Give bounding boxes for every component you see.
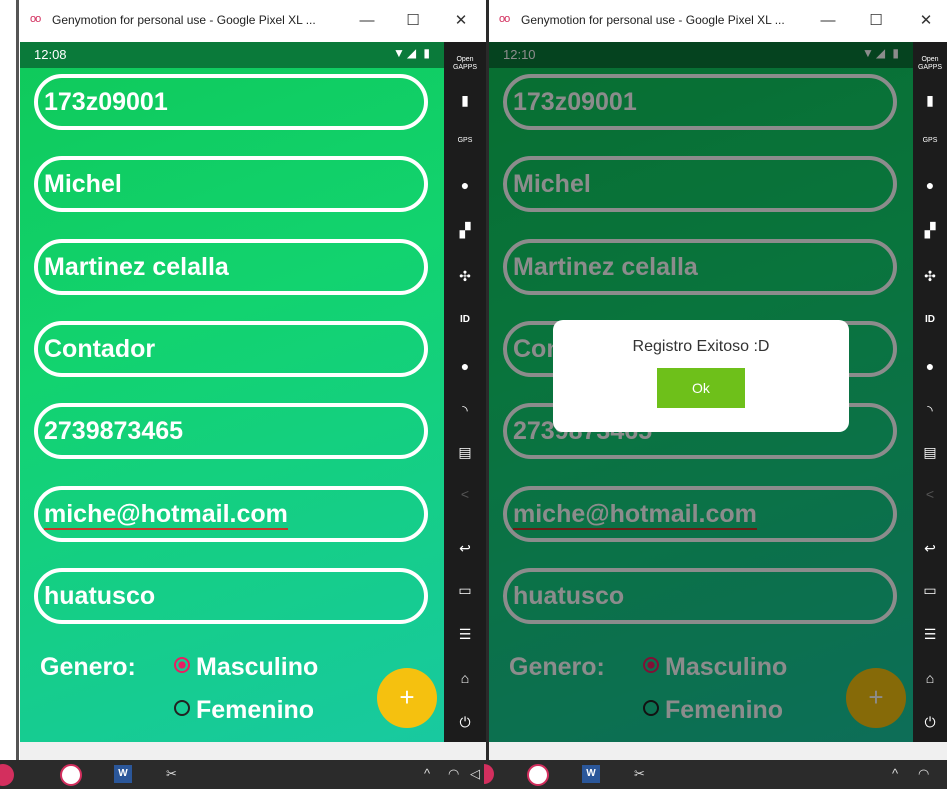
word-taskbar-icon-2[interactable]: W <box>582 765 600 783</box>
id-icon[interactable]: ID <box>444 314 486 325</box>
genymotion-taskbar-icon[interactable] <box>60 764 82 786</box>
close-button[interactable]: ✕ <box>448 8 474 34</box>
webcam-icon[interactable]: ● <box>913 177 947 193</box>
first-name-field[interactable]: Michel <box>34 156 428 212</box>
power-icon[interactable]: ⏻ <box>913 714 947 731</box>
status-time: 12:08 <box>34 47 67 62</box>
maximize-button[interactable]: ☐ <box>863 8 889 34</box>
gps-icon[interactable]: GPS <box>444 137 486 145</box>
menu-icon[interactable]: ☰ <box>913 626 947 643</box>
last-name-field[interactable]: Martinez celalla <box>34 239 428 295</box>
back-icon[interactable]: ↩ <box>444 540 486 557</box>
snipping-tool-icon-2[interactable]: ✂ <box>634 766 645 782</box>
battery-icon[interactable]: ▮ <box>913 92 947 109</box>
record-app-icon[interactable] <box>0 764 14 786</box>
open-gapps-icon[interactable]: Open GAPPS <box>444 56 486 72</box>
maximize-button[interactable]: ☐ <box>400 8 426 34</box>
window-title: Genymotion for personal use - Google Pix… <box>521 13 785 27</box>
windows-taskbar: W ✂ ^ ◠ ◁ W ✂ ^ ◠ <box>0 760 947 789</box>
snipping-tool-icon[interactable]: ✂ <box>166 766 177 782</box>
genymotion-toolbar: Open GAPPS ▮ GPS ● ▞ ✣ ID ● ◝ ▤ < ↩ ▭ ☰ … <box>913 42 947 742</box>
genymotion-logo-icon: oo <box>30 13 41 25</box>
radio-selected-icon <box>174 657 190 673</box>
clapperboard-icon[interactable]: ▞ <box>913 222 947 239</box>
status-icons: ▼◢ ▮ <box>392 46 432 60</box>
left-window-edge <box>0 0 20 789</box>
genymotion-toolbar: Open GAPPS ▮ GPS ● ▞ ✣ ID ● ◝ ▤ < ↩ ▭ ☰ … <box>444 42 486 742</box>
title-bar[interactable]: oo Genymotion for personal use - Google … <box>20 0 486 42</box>
menu-icon[interactable]: ☰ <box>444 626 486 643</box>
radio-masculino[interactable]: Masculino <box>174 653 318 682</box>
radio-femenino[interactable]: Femenino <box>174 696 314 725</box>
occupation-field[interactable]: Contador <box>34 321 428 377</box>
clapperboard-icon[interactable]: ▞ <box>444 222 486 239</box>
email-field[interactable]: miche@hotmail.com <box>34 486 428 542</box>
genymotion-logo-icon: oo <box>499 13 510 25</box>
recent-apps-icon[interactable]: ▭ <box>444 582 486 599</box>
android-screen: 12:08 ▼◢ ▮ 173z09001 Michel Martinez cel… <box>20 42 444 742</box>
genymotion-window-left: oo Genymotion for personal use - Google … <box>20 0 486 760</box>
email-text: miche@hotmail.com <box>44 500 288 530</box>
rss-icon[interactable]: ◝ <box>913 402 947 419</box>
message-icon[interactable]: ▤ <box>444 444 486 461</box>
network-icon-2[interactable]: ◠ <box>918 766 929 782</box>
add-fab-button[interactable]: + <box>377 668 437 728</box>
home-icon[interactable]: ⌂ <box>444 670 486 686</box>
phone-field[interactable]: 2739873465 <box>34 403 428 459</box>
city-field[interactable]: huatusco <box>34 568 428 624</box>
radio-masculino-label: Masculino <box>196 653 319 681</box>
genymotion-taskbar-icon-2[interactable] <box>527 764 549 786</box>
rss-icon[interactable]: ◝ <box>444 402 486 419</box>
move-icon[interactable]: ✣ <box>444 268 486 285</box>
open-gapps-icon[interactable]: Open GAPPS <box>913 56 947 72</box>
success-dialog: Registro Exitoso :D Ok <box>553 320 849 432</box>
network-icon[interactable]: ◠ <box>448 766 459 782</box>
tray-chevron-icon[interactable]: ^ <box>424 766 430 781</box>
tray-chevron-icon-2[interactable]: ^ <box>892 766 898 781</box>
control-number-field[interactable]: 173z09001 <box>34 74 428 130</box>
word-taskbar-icon[interactable]: W <box>114 765 132 783</box>
record-icon[interactable]: ● <box>913 358 947 374</box>
message-icon[interactable]: ▤ <box>913 444 947 461</box>
id-icon[interactable]: ID <box>913 314 947 325</box>
minimize-button[interactable]: — <box>354 8 380 34</box>
gender-label: Genero: <box>40 653 136 681</box>
share-icon: < <box>925 486 935 502</box>
radio-femenino-label: Femenino <box>196 696 315 724</box>
back-icon[interactable]: ↩ <box>913 540 947 557</box>
dialog-message: Registro Exitoso :D <box>632 338 770 355</box>
status-bar: 12:08 ▼◢ ▮ <box>20 42 444 68</box>
battery-icon[interactable]: ▮ <box>444 92 486 109</box>
share-icon: < <box>460 486 470 502</box>
power-icon[interactable]: ⏻ <box>444 714 486 731</box>
volume-icon[interactable]: ◁ <box>470 766 480 782</box>
android-screen: 12:10 ▼◢ ▮ 173z09001 Michel Martinez cel… <box>489 42 913 742</box>
window-title: Genymotion for personal use - Google Pix… <box>52 13 316 27</box>
gps-icon[interactable]: GPS <box>913 137 947 145</box>
title-bar[interactable]: oo Genymotion for personal use - Google … <box>489 0 947 42</box>
ok-button[interactable]: Ok <box>657 368 745 408</box>
record-app-icon-2[interactable] <box>484 764 494 784</box>
radio-unselected-icon <box>174 700 190 716</box>
move-icon[interactable]: ✣ <box>913 268 947 285</box>
genymotion-window-right: oo Genymotion for personal use - Google … <box>489 0 947 760</box>
minimize-button[interactable]: — <box>815 8 841 34</box>
webcam-icon[interactable]: ● <box>444 177 486 193</box>
record-icon[interactable]: ● <box>444 358 486 374</box>
close-button[interactable]: ✕ <box>913 8 939 34</box>
recent-apps-icon[interactable]: ▭ <box>913 582 947 599</box>
window-border <box>16 0 19 760</box>
home-icon[interactable]: ⌂ <box>913 670 947 686</box>
